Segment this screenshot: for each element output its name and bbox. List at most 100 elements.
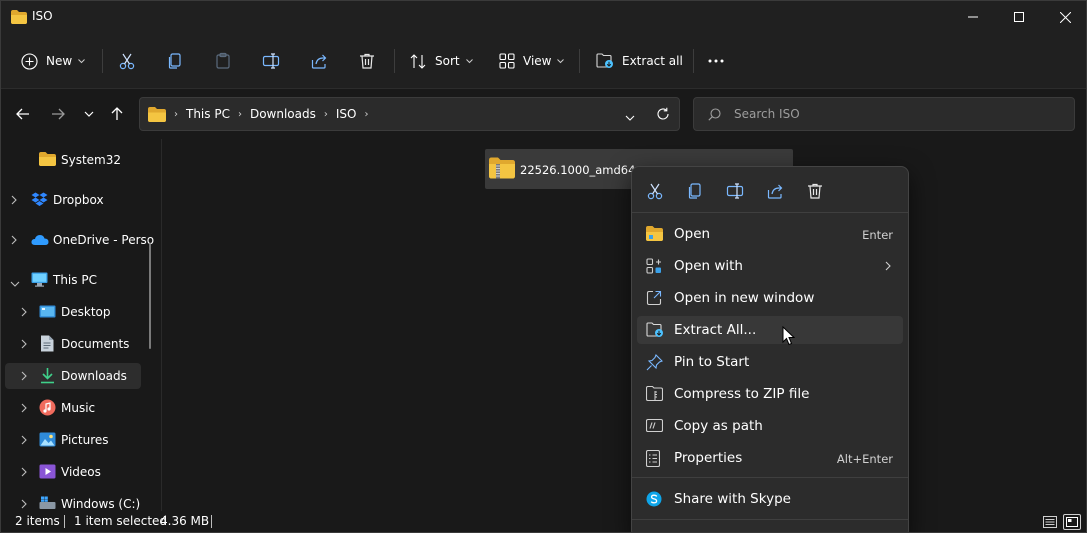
minimize-button[interactable] xyxy=(950,1,996,33)
pc-icon xyxy=(31,272,48,290)
context-share-button[interactable] xyxy=(764,180,786,202)
skype-icon xyxy=(646,491,662,510)
rename-button[interactable] xyxy=(262,45,280,77)
tiles-view-icon xyxy=(1066,517,1078,527)
chevron-right-icon[interactable] xyxy=(21,434,27,448)
sidebar-item-this-pc[interactable]: This PC xyxy=(5,267,141,293)
sidebar-item-desktop[interactable]: Desktop xyxy=(5,299,141,325)
item-count: 2 items xyxy=(15,514,60,528)
file-list-area[interactable]: 22526.1000_amd64_er xyxy=(162,139,1086,511)
new-button[interactable]: New xyxy=(21,45,86,77)
share-button[interactable] xyxy=(310,45,328,77)
view-icon xyxy=(499,53,515,69)
recent-locations-button[interactable] xyxy=(78,103,100,125)
menu-item-properties[interactable]: Properties Alt+Enter xyxy=(637,444,903,472)
sidebar-item-documents[interactable]: Documents xyxy=(5,331,141,357)
maximize-button[interactable] xyxy=(996,1,1042,33)
menu-item-open-with[interactable]: Open with xyxy=(637,252,903,280)
breadcrumb-separator-icon[interactable]: › xyxy=(238,109,242,120)
onedrive-icon xyxy=(31,234,49,248)
context-cut-button[interactable] xyxy=(644,180,666,202)
breadcrumb-separator-icon[interactable]: › xyxy=(324,109,328,120)
new-icon xyxy=(21,52,38,70)
extract-icon xyxy=(646,322,664,341)
extract-all-button[interactable]: Extract all xyxy=(596,45,683,77)
sidebar-item-music[interactable]: Music xyxy=(5,395,141,421)
close-icon xyxy=(1059,11,1071,23)
chevron-right-icon[interactable] xyxy=(21,338,27,352)
sidebar-scrollbar[interactable] xyxy=(149,243,151,349)
tiles-view-button[interactable] xyxy=(1063,514,1081,530)
up-button[interactable] xyxy=(106,103,128,125)
music-icon xyxy=(39,399,56,419)
details-view-button[interactable] xyxy=(1041,514,1059,530)
copy-path-icon xyxy=(645,418,664,436)
address-bar[interactable]: › This PC › Downloads › ISO › xyxy=(139,97,680,131)
breadcrumb-downloads[interactable]: Downloads xyxy=(250,107,316,121)
chevron-right-icon[interactable] xyxy=(11,234,17,248)
window-title: ISO xyxy=(32,9,53,23)
sidebar-item-windows-c[interactable]: Windows (C:) xyxy=(5,491,141,511)
sidebar-item-system32[interactable]: System32 xyxy=(5,147,141,173)
chevron-right-icon[interactable] xyxy=(21,498,27,511)
paste-button[interactable] xyxy=(214,45,232,77)
selection-size: 4.36 MB xyxy=(160,514,210,528)
dropbox-icon xyxy=(31,192,48,210)
chevron-down-icon[interactable] xyxy=(10,276,20,290)
cut-button[interactable] xyxy=(118,45,136,77)
new-window-icon xyxy=(646,290,662,309)
selection-count: 1 item selected xyxy=(74,514,168,528)
folder-icon xyxy=(39,152,56,169)
back-button[interactable] xyxy=(12,103,34,125)
sidebar-item-videos[interactable]: Videos xyxy=(5,459,141,485)
menu-item-pin-to-start[interactable]: Pin to Start xyxy=(637,348,903,376)
maximize-icon xyxy=(1014,12,1024,22)
menu-item-extract-all[interactable]: Extract All... xyxy=(637,316,903,344)
menu-item-open-in-new-window[interactable]: Open in new window xyxy=(637,284,903,312)
menu-item-compress-to-zip[interactable]: Compress to ZIP file xyxy=(637,380,903,408)
more-icon xyxy=(708,59,724,63)
breadcrumb-this-pc[interactable]: This PC xyxy=(186,107,230,121)
sort-button[interactable]: Sort xyxy=(410,45,473,77)
sidebar-item-downloads[interactable]: Downloads xyxy=(5,363,141,389)
sort-icon xyxy=(410,53,426,69)
chevron-right-icon[interactable] xyxy=(21,370,27,384)
arrow-up-icon xyxy=(111,107,123,120)
close-button[interactable] xyxy=(1042,1,1086,33)
view-button[interactable]: View xyxy=(499,45,565,77)
properties-icon xyxy=(645,449,661,470)
search-input[interactable]: Search ISO xyxy=(693,97,1075,131)
sidebar-item-dropbox[interactable]: Dropbox xyxy=(5,187,141,213)
zip-folder-icon xyxy=(489,157,515,182)
forward-button[interactable] xyxy=(47,103,69,125)
refresh-icon[interactable] xyxy=(656,107,670,124)
delete-button[interactable] xyxy=(358,45,376,77)
folder-icon xyxy=(11,10,27,27)
context-rename-button[interactable] xyxy=(724,180,746,202)
chevron-right-icon[interactable] xyxy=(21,466,27,480)
chevron-right-icon[interactable] xyxy=(21,402,27,416)
rename-icon xyxy=(726,183,744,199)
address-history-chevron-down-icon[interactable] xyxy=(625,110,635,124)
mouse-cursor-icon xyxy=(782,326,795,346)
menu-item-share-with-skype[interactable]: Share with Skype xyxy=(637,485,903,513)
details-view-icon xyxy=(1043,516,1057,528)
breadcrumb-separator-icon[interactable]: › xyxy=(364,109,368,120)
folder-icon xyxy=(148,106,166,122)
downloads-icon xyxy=(40,367,55,387)
breadcrumb-iso[interactable]: ISO xyxy=(336,107,357,121)
sidebar-item-pictures[interactable]: Pictures xyxy=(5,427,141,453)
context-copy-button[interactable] xyxy=(684,180,706,202)
navigation-pane: System32 Dropbox OneDrive - Perso This P… xyxy=(1,139,161,511)
more-options-button[interactable] xyxy=(707,45,725,77)
chevron-right-icon[interactable] xyxy=(21,306,27,320)
menu-item-open[interactable]: Open Enter xyxy=(637,220,903,248)
menu-item-copy-as-path[interactable]: Copy as path xyxy=(637,412,903,440)
desktop-icon xyxy=(39,305,56,321)
videos-icon xyxy=(39,464,56,482)
context-delete-button[interactable] xyxy=(804,180,826,202)
sidebar-item-onedrive[interactable]: OneDrive - Perso xyxy=(5,227,154,253)
arrow-right-icon xyxy=(52,108,65,120)
chevron-right-icon[interactable] xyxy=(11,194,17,208)
copy-button[interactable] xyxy=(166,45,184,77)
